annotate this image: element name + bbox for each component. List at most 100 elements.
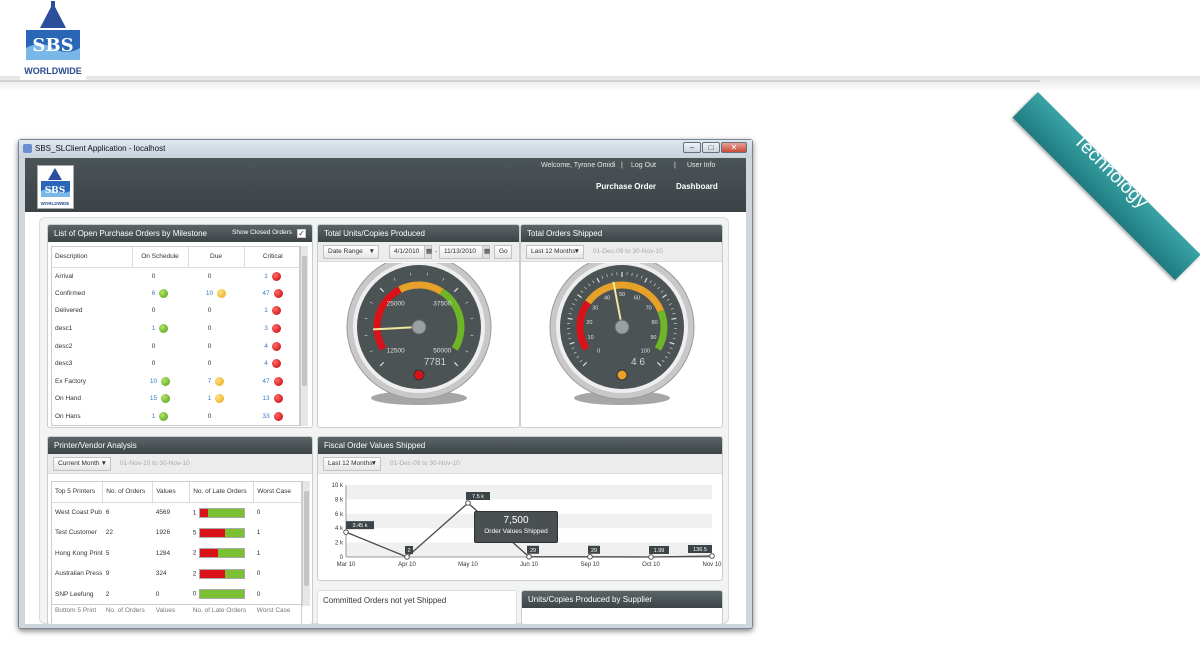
cell-orders: 5 [105,549,110,557]
table-row[interactable]: West Coast Pub 6 4569 1 0 [52,502,301,523]
col-top-printers[interactable]: Top 5 Printers [52,482,104,502]
gauge-tick-label: 10 [588,335,594,341]
col-worst-case[interactable]: Worst Case [254,482,301,502]
cell-late: 2 [192,570,197,578]
cell-due: 10 [205,290,214,298]
gauge-status-dot [616,369,628,381]
shipped-filter-bar: Last 12 Months ▼ 01-Dec-09 to 30-Nov-10 [521,242,722,262]
fiscal-filter-bar: Last 12 Months ▼ 01-Dec-09 to 30-Nov-10 [318,454,722,474]
col-bottom-printers[interactable]: Bottom 5 Print [52,605,103,617]
table-row[interactable]: Confirmed 6 10 47 [52,285,299,303]
calendar-icon[interactable]: ▦ [482,245,490,259]
col-bottom-late[interactable]: No. of Late Orders [190,605,254,617]
col-description[interactable]: Description [52,247,133,267]
maximize-button[interactable]: □ [702,142,720,153]
page-header-band [0,76,1200,92]
logo-subtext: WORLDWIDE [24,66,82,76]
table-row[interactable]: SNP Leefung 2 0 0 0 [52,584,301,605]
printers-panel: Printer/Vendor Analysis Current Month ▼ 0… [47,436,313,624]
gauge-tick-label: 60 [634,296,640,302]
show-closed-checkbox[interactable]: ✓ [297,229,306,238]
col-values[interactable]: Values [152,482,191,502]
table-row[interactable]: Arrival 0 0 1 [52,267,299,285]
close-button[interactable]: ✕ [721,142,747,153]
cell-on: 0 [151,342,156,350]
col-on-schedule[interactable]: On Schedule [132,247,189,267]
data-point [709,553,715,559]
cell-due: 0 [207,307,212,315]
printers-range-select[interactable]: Current Month ▼ [53,457,111,471]
shipped-range-text: 01-Dec-09 to 30-Nov-10 [593,248,663,255]
status-dot-icon [161,376,171,386]
data-label: 136.5 [693,547,707,553]
status-dot-icon [215,376,225,386]
table-row[interactable]: On Hans 1 0 33 [52,408,299,425]
cell-orders: 9 [105,570,110,578]
nav-dashboard[interactable]: Dashboard [676,182,718,191]
cell-orders: 2 [105,590,110,598]
status-dot-icon [273,288,283,298]
minimize-button[interactable]: – [683,142,701,153]
milestones-panel: List of Open Purchase Orders by Mileston… [47,224,313,428]
table-row[interactable]: Delivered 0 0 1 [52,302,299,320]
milestones-table-wrap: Description On Schedule Due Critical Arr… [51,246,300,426]
link-separator: | [621,162,623,169]
status-dot-icon [273,412,283,422]
table-row[interactable]: Test Customer 22 1926 5 1 [52,523,301,544]
col-bottom-worst[interactable]: Worst Case [254,605,301,617]
nav-purchase-order[interactable]: Purchase Order [596,182,656,191]
logout-link[interactable]: Log Out [631,162,656,169]
units-range-value: Date Range [328,248,363,255]
col-bottom-values[interactable]: Values [153,605,190,617]
shipped-range-select[interactable]: Last 12 Months ▼ [526,245,584,259]
calendar-icon[interactable]: ▦ [424,245,432,259]
units-filter-bar: Date Range ▼ 4/1/2010 ▦ - 11/13/2010 ▦ Go [318,242,519,262]
late-orders-bar [199,507,246,518]
table-row[interactable]: Hong Kong Print 5 1284 2 1 [52,543,301,564]
x-tick-label: May 10 [458,562,478,568]
gauge-tick-label: 20 [586,320,592,326]
gauge-tick-label: 25000 [387,301,405,308]
cell-values: 1284 [155,549,171,557]
table-row[interactable]: desc3 0 0 4 [52,355,299,373]
table-row[interactable]: desc1 1 0 3 [52,320,299,338]
table-row[interactable]: Australian Press 9 324 2 0 [52,564,301,585]
user-info-link[interactable]: User Info [687,162,715,169]
col-due[interactable]: Due [188,247,245,267]
gauge-status-dot [413,369,425,381]
units-range-select[interactable]: Date Range ▼ [323,245,379,259]
cell-desc: Delivered [55,307,83,315]
dashboard-area: List of Open Purchase Orders by Mileston… [39,217,729,624]
x-tick-label: Apr 10 [398,562,416,568]
window-titlebar[interactable]: SBS_SLClient Application - localhost – □… [19,140,752,158]
cell-on: 1 [151,413,156,421]
printers-filter-bar: Current Month ▼ 01-Nov-10 to 30-Nov-10 [48,454,312,474]
date-to-input[interactable]: 11/13/2010 [439,245,483,259]
gauge-tick-label: 37500 [433,301,451,308]
cell-values: 1926 [155,529,171,537]
table-row[interactable]: desc2 0 0 4 [52,337,299,355]
col-late-orders[interactable]: No. of Late Orders [189,482,255,502]
cell-due: 0 [207,360,212,368]
fiscal-range-select[interactable]: Last 12 Months ▼ [323,457,381,471]
data-label: 29 [530,548,536,554]
table-row[interactable]: Ex Factory 10 7 47 [52,373,299,391]
gauge-tick-label: 40 [604,296,610,302]
welcome-text: Welcome, Tyrone Omidi [541,162,616,169]
cell-on: 1 [151,325,156,333]
status-dot-icon [271,341,281,351]
col-critical[interactable]: Critical [244,247,299,267]
chevron-down-icon: ▼ [100,460,107,467]
tooltip-label: Order Values Shipped [484,528,548,535]
go-button[interactable]: Go [494,245,512,259]
window-app-icon [23,144,32,153]
date-from-input[interactable]: 4/1/2010 [389,245,425,259]
milestones-scrollbar[interactable] [300,246,308,426]
col-orders[interactable]: No. of Orders [102,482,154,502]
col-bottom-orders[interactable]: No. of Orders [103,605,153,617]
printers-scrollbar[interactable] [302,481,310,606]
gauge-tick-label: 100 [641,348,650,354]
table-row[interactable]: On Hand 15 1 13 [52,390,299,408]
chevron-down-icon: ▼ [368,248,375,255]
gauge-value: 4 6 [631,357,645,368]
